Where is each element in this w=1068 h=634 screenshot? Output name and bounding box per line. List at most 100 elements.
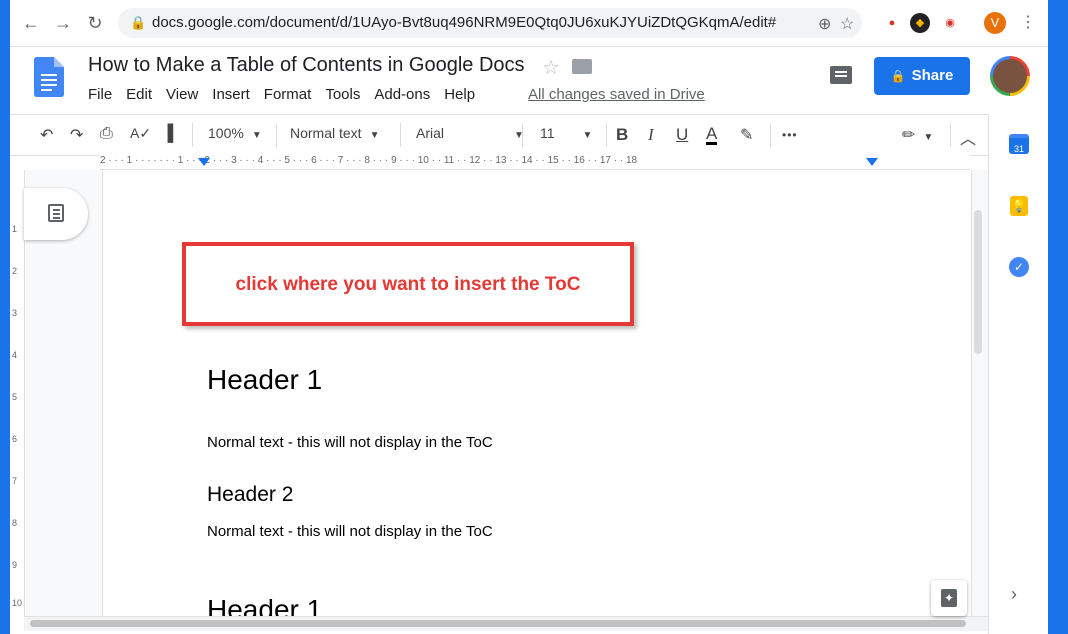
extension-icon[interactable]: ● <box>882 13 902 33</box>
toolbar-divider <box>522 123 523 147</box>
toolbar-divider <box>276 123 277 147</box>
spellcheck-icon[interactable]: A✓ <box>130 125 151 142</box>
url-text[interactable]: docs.google.com/document/d/1UAyo-Bvt8uq4… <box>152 14 776 31</box>
menu-addons[interactable]: Add-ons <box>374 86 430 103</box>
menu-edit[interactable]: Edit <box>126 86 152 103</box>
vertical-ruler-label: 4 <box>12 350 18 360</box>
text-color-icon[interactable]: A <box>706 125 718 145</box>
zoom-select[interactable]: 100% ▼ <box>208 125 262 141</box>
normal-text-paragraph[interactable]: Normal text - this will not display in t… <box>207 523 493 540</box>
horizontal-ruler[interactable]: 2 · · · 1 · · · · · · · 1 · · · 2 · · · … <box>100 155 970 170</box>
browser-window: ← → ↻ 🔒 docs.google.com/document/d/1UAyo… <box>10 0 1048 634</box>
explore-icon: ✦ <box>941 589 957 607</box>
menu-format[interactable]: Format <box>264 86 312 103</box>
menu-view[interactable]: View <box>166 86 198 103</box>
share-button[interactable]: 🔒 Share <box>874 57 970 95</box>
chevron-down-icon: ▼ <box>923 132 934 143</box>
outline-icon <box>48 204 64 222</box>
star-icon[interactable]: ☆ <box>542 55 560 80</box>
zoom-icon[interactable]: ⊕ <box>818 14 831 34</box>
toolbar-divider <box>606 123 607 147</box>
vertical-ruler-label: 7 <box>12 476 18 486</box>
vertical-scrollbar[interactable] <box>974 210 982 354</box>
style-select[interactable]: Normal text ▼ <box>290 125 379 141</box>
share-label: Share <box>911 67 954 84</box>
lock-icon: 🔒 <box>890 69 906 83</box>
menu-help[interactable]: Help <box>444 86 475 103</box>
annotation-text: click where you want to insert the ToC <box>235 274 581 295</box>
vertical-ruler-label: 8 <box>12 518 18 528</box>
vertical-ruler-label: 2 <box>12 266 18 276</box>
font-value: Arial <box>416 125 445 141</box>
formatting-toolbar: ↶ ↷ ⎙ A✓ ▐ 100% ▼ Normal text ▼ Arial ▼ 11 ▼… <box>10 114 988 156</box>
print-icon[interactable]: ⎙ <box>100 125 113 143</box>
vertical-ruler-label: 5 <box>12 392 18 402</box>
toolbar-divider <box>192 123 193 147</box>
heading-1[interactable]: Header 1 <box>207 364 322 396</box>
vertical-ruler-label: 3 <box>12 308 18 318</box>
document-title[interactable]: How to Make a Table of Contents in Googl… <box>88 54 525 77</box>
vertical-ruler[interactable]: 1 2 3 4 5 6 7 8 9 10 <box>10 170 25 616</box>
zoom-value: 100% <box>208 125 244 141</box>
undo-icon[interactable]: ↶ <box>40 125 53 145</box>
vertical-ruler-label: 9 <box>12 560 18 570</box>
more-options-icon[interactable]: ••• <box>782 128 798 142</box>
annotation-box: click where you want to insert the ToC <box>182 242 634 326</box>
collapse-toolbar-icon[interactable]: ︿ <box>960 125 976 149</box>
save-status[interactable]: All changes saved in Drive <box>528 86 705 103</box>
keep-icon[interactable]: 💡 <box>1010 196 1028 216</box>
menu-file[interactable]: File <box>88 86 112 103</box>
profile-avatar[interactable]: V <box>984 12 1006 34</box>
chevron-down-icon: ▼ <box>582 130 593 141</box>
vertical-ruler-label: 1 <box>12 224 18 234</box>
bookmark-star-icon[interactable]: ☆ <box>840 14 854 34</box>
vertical-ruler-label: 10 <box>12 598 23 608</box>
browser-toolbar: ← → ↻ 🔒 docs.google.com/document/d/1UAyo… <box>10 0 1048 47</box>
left-indent-marker[interactable] <box>198 158 210 166</box>
vertical-ruler-label: 6 <box>12 434 18 444</box>
underline-icon[interactable]: U <box>676 125 688 145</box>
menu-tools[interactable]: Tools <box>325 86 360 103</box>
reload-icon[interactable]: ↻ <box>84 12 106 34</box>
address-bar[interactable]: 🔒 docs.google.com/document/d/1UAyo-Bvt8u… <box>118 8 862 38</box>
highlight-icon[interactable]: ✎ <box>740 125 753 145</box>
font-size-select[interactable]: 11 ▼ <box>540 125 592 141</box>
editing-mode-icon[interactable]: ✏ ▼ <box>902 125 933 145</box>
ruler-labels: 2 · · · 1 · · · · · · · 1 · · · 2 · · · … <box>100 155 638 166</box>
bold-icon[interactable]: B <box>616 125 628 145</box>
normal-text-paragraph[interactable]: Normal text - this will not display in t… <box>207 434 493 451</box>
italic-icon[interactable]: I <box>648 125 654 145</box>
side-panel: 31 💡 ✓ › <box>988 114 1048 634</box>
toolbar-divider <box>400 123 401 147</box>
extension-icon[interactable]: ◆ <box>910 13 930 33</box>
explore-button[interactable]: ✦ <box>931 580 967 616</box>
chevron-right-icon[interactable]: › <box>1011 584 1017 605</box>
heading-2[interactable]: Header 2 <box>207 483 293 507</box>
comment-icon[interactable] <box>830 66 852 84</box>
menu-insert[interactable]: Insert <box>212 86 250 103</box>
toolbar-divider <box>770 123 771 147</box>
back-icon[interactable]: ← <box>20 12 42 34</box>
menu-bar: File Edit View Insert Format Tools Add-ons Help <box>88 86 489 106</box>
chevron-down-icon: ▼ <box>251 130 262 141</box>
font-select[interactable]: Arial ▼ <box>416 125 524 141</box>
redo-icon[interactable]: ↷ <box>70 125 83 145</box>
calendar-icon[interactable]: 31 <box>1009 134 1029 154</box>
document-outline-button[interactable] <box>24 188 88 240</box>
lock-icon: 🔒 <box>130 15 147 30</box>
horizontal-scrollbar[interactable] <box>24 616 988 631</box>
font-size-value: 11 <box>540 125 555 141</box>
chevron-down-icon: ▼ <box>369 130 380 141</box>
avatar[interactable] <box>990 56 1030 96</box>
kebab-menu-icon[interactable]: ⋮ <box>1020 12 1036 32</box>
tasks-icon[interactable]: ✓ <box>1009 257 1029 277</box>
folder-icon[interactable] <box>572 59 592 74</box>
docs-logo-icon[interactable] <box>34 57 64 97</box>
paint-format-icon[interactable]: ▐ <box>162 125 173 143</box>
scrollbar-thumb[interactable] <box>30 620 966 627</box>
toolbar-divider <box>950 123 951 147</box>
style-value: Normal text <box>290 125 362 141</box>
forward-icon[interactable]: → <box>52 12 74 34</box>
right-indent-marker[interactable] <box>866 158 878 166</box>
extension-icon[interactable]: ◉ <box>940 13 960 33</box>
